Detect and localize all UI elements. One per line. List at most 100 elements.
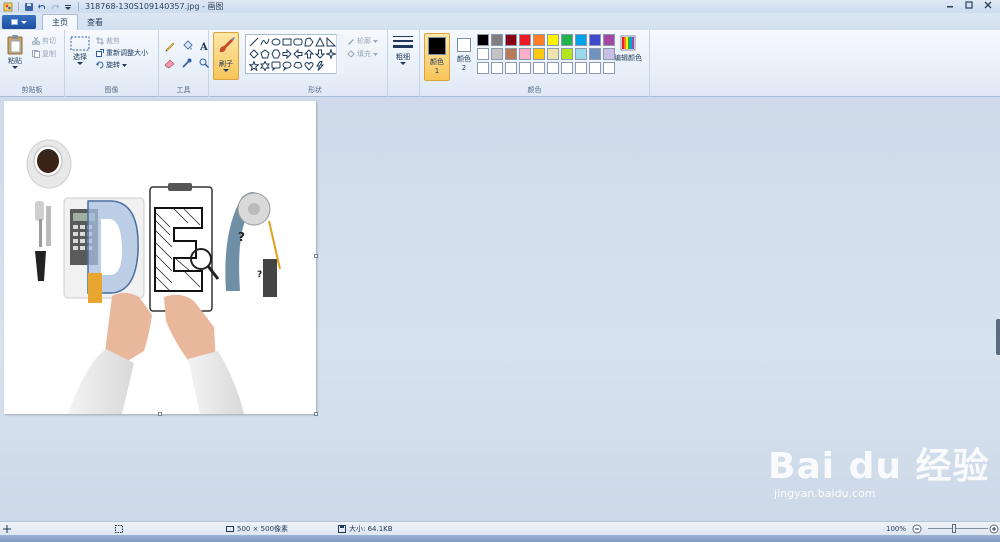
palette-swatch[interactable] bbox=[603, 34, 615, 46]
undo-icon[interactable] bbox=[37, 2, 47, 12]
palette-swatch[interactable] bbox=[575, 62, 587, 74]
color-picker-icon[interactable] bbox=[179, 55, 194, 70]
palette-swatch[interactable] bbox=[533, 48, 545, 60]
palette-swatch[interactable] bbox=[491, 62, 503, 74]
magnifier-icon[interactable] bbox=[196, 55, 211, 70]
close-icon[interactable] bbox=[980, 0, 996, 10]
rotate-button[interactable]: 旋转 bbox=[96, 60, 127, 70]
zoom-in-button[interactable] bbox=[989, 524, 999, 534]
select-button[interactable]: 选择 bbox=[70, 36, 90, 66]
paint-app-icon[interactable] bbox=[3, 2, 13, 12]
fill-button[interactable]: 填充 bbox=[347, 49, 378, 59]
palette-swatch[interactable] bbox=[589, 62, 601, 74]
four-point-star-shape-icon[interactable] bbox=[325, 48, 336, 60]
rounded-callout-shape-icon[interactable] bbox=[270, 60, 281, 72]
chevron-down-icon bbox=[12, 66, 18, 69]
lightning-shape-icon[interactable] bbox=[314, 60, 325, 72]
image-size-icon bbox=[226, 525, 234, 532]
color2-button[interactable]: 颜色 2 bbox=[452, 36, 476, 73]
palette-swatch[interactable] bbox=[589, 48, 601, 60]
line-shape-icon[interactable] bbox=[248, 36, 259, 48]
up-arrow-shape-icon[interactable] bbox=[303, 48, 314, 60]
maximize-icon[interactable] bbox=[961, 0, 977, 10]
palette-swatch[interactable] bbox=[533, 34, 545, 46]
save-icon[interactable] bbox=[24, 2, 34, 12]
color1-button[interactable]: 颜色 1 bbox=[424, 33, 450, 81]
tab-view[interactable]: 查看 bbox=[78, 14, 112, 30]
right-arrow-shape-icon[interactable] bbox=[281, 48, 292, 60]
palette-swatch[interactable] bbox=[575, 34, 587, 46]
palette-swatch[interactable] bbox=[519, 34, 531, 46]
paint-menu-button[interactable] bbox=[2, 15, 36, 29]
cut-button[interactable]: 剪切 bbox=[32, 36, 56, 46]
zoom-slider-track[interactable] bbox=[928, 528, 988, 529]
brush-button[interactable]: 刷子 bbox=[213, 32, 239, 80]
down-arrow-shape-icon[interactable] bbox=[314, 48, 325, 60]
copy-button[interactable]: 复制 bbox=[32, 49, 56, 59]
polygon-shape-icon[interactable] bbox=[303, 36, 314, 48]
diamond-shape-icon[interactable] bbox=[248, 48, 259, 60]
pentagon-shape-icon[interactable] bbox=[259, 48, 270, 60]
palette-swatch[interactable] bbox=[477, 62, 489, 74]
drawing-canvas[interactable]: ? ? bbox=[4, 101, 316, 414]
rounded-rectangle-shape-icon[interactable] bbox=[292, 36, 303, 48]
watermark: Bai du 经验 jingyan.baidu.com bbox=[768, 437, 990, 500]
right-triangle-shape-icon[interactable] bbox=[325, 36, 336, 48]
palette-swatch[interactable] bbox=[519, 48, 531, 60]
tab-home[interactable]: 主页 bbox=[42, 14, 78, 30]
canvas-resize-handle-right[interactable] bbox=[314, 254, 318, 258]
fill-bucket-icon[interactable] bbox=[179, 38, 194, 53]
size-button[interactable]: 粗细 bbox=[392, 34, 414, 66]
eraser-icon[interactable] bbox=[162, 55, 177, 70]
minimize-icon[interactable] bbox=[942, 0, 958, 10]
edit-colors-button[interactable]: 编辑颜色 bbox=[614, 35, 642, 63]
left-arrow-shape-icon[interactable] bbox=[292, 48, 303, 60]
text-icon[interactable]: A bbox=[196, 38, 211, 53]
pencil-icon[interactable] bbox=[162, 38, 177, 53]
curve-shape-icon[interactable] bbox=[259, 36, 270, 48]
rectangle-shape-icon[interactable] bbox=[281, 36, 292, 48]
six-point-star-shape-icon[interactable] bbox=[259, 60, 270, 72]
customize-toolbar-icon[interactable] bbox=[63, 2, 73, 12]
palette-swatch[interactable] bbox=[561, 48, 573, 60]
palette-swatch[interactable] bbox=[505, 34, 517, 46]
palette-swatch[interactable] bbox=[477, 48, 489, 60]
palette-swatch[interactable] bbox=[547, 62, 559, 74]
palette-swatch[interactable] bbox=[491, 48, 503, 60]
palette-swatch[interactable] bbox=[491, 34, 503, 46]
crop-button[interactable]: 裁剪 bbox=[96, 36, 120, 46]
oval-callout-shape-icon[interactable] bbox=[281, 60, 292, 72]
palette-swatch[interactable] bbox=[547, 34, 559, 46]
image-group-label: 图像 bbox=[104, 86, 119, 94]
palette-swatch[interactable] bbox=[533, 62, 545, 74]
canvas-resize-handle-bottom[interactable] bbox=[158, 412, 162, 416]
shapes-gallery-scrollbar[interactable] bbox=[336, 34, 344, 74]
palette-swatch[interactable] bbox=[589, 34, 601, 46]
palette-swatch[interactable] bbox=[505, 48, 517, 60]
oval-shape-icon[interactable] bbox=[270, 36, 281, 48]
chevron-down-icon bbox=[373, 39, 378, 43]
side-tab[interactable] bbox=[996, 319, 1000, 355]
redo-icon[interactable] bbox=[50, 2, 60, 12]
heart-shape-icon[interactable] bbox=[303, 60, 314, 72]
palette-swatch[interactable] bbox=[505, 62, 517, 74]
paste-icon bbox=[7, 35, 23, 55]
five-point-star-shape-icon[interactable] bbox=[248, 60, 259, 72]
hexagon-shape-icon[interactable] bbox=[270, 48, 281, 60]
triangle-shape-icon[interactable] bbox=[314, 36, 325, 48]
palette-swatch[interactable] bbox=[603, 62, 615, 74]
cloud-callout-shape-icon[interactable] bbox=[292, 60, 303, 72]
outline-button[interactable]: 轮廓 bbox=[347, 36, 378, 46]
palette-swatch[interactable] bbox=[519, 62, 531, 74]
palette-swatch[interactable] bbox=[561, 34, 573, 46]
palette-swatch[interactable] bbox=[603, 48, 615, 60]
palette-swatch[interactable] bbox=[575, 48, 587, 60]
resize-button[interactable]: 重新调整大小 bbox=[96, 48, 148, 58]
zoom-slider-thumb[interactable] bbox=[952, 524, 956, 533]
palette-swatch[interactable] bbox=[547, 48, 559, 60]
palette-swatch[interactable] bbox=[477, 34, 489, 46]
palette-swatch[interactable] bbox=[561, 62, 573, 74]
paste-button[interactable]: 粘贴 bbox=[5, 34, 25, 70]
zoom-out-button[interactable] bbox=[912, 524, 922, 534]
canvas-resize-handle-corner[interactable] bbox=[314, 412, 318, 416]
